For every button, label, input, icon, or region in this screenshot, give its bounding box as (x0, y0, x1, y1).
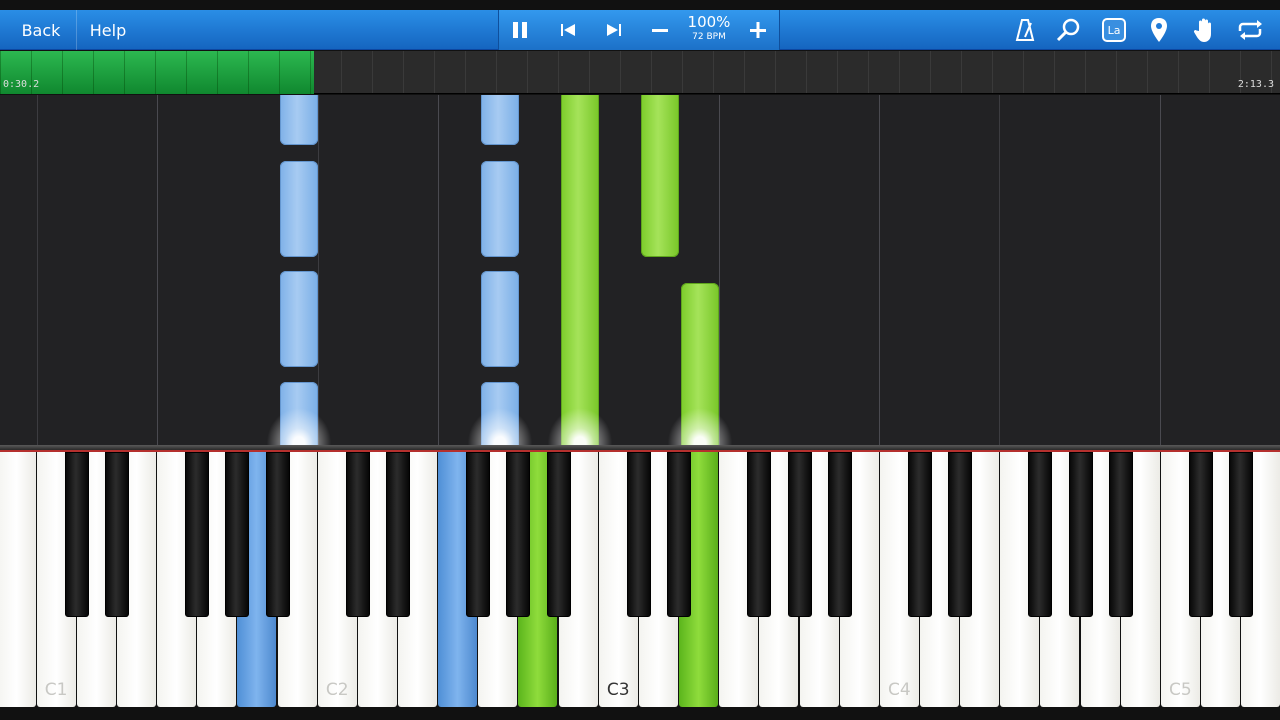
magnifier-icon (1056, 18, 1080, 42)
skip-back-button[interactable] (553, 10, 583, 50)
note-left-hand (481, 161, 519, 257)
skip-back-icon (561, 24, 575, 36)
search-button[interactable] (1054, 10, 1084, 50)
skip-forward-button[interactable] (599, 10, 629, 50)
key-hit-glow (465, 405, 535, 450)
note-left-hand (280, 95, 318, 145)
roll-gridline (719, 95, 720, 445)
key-hit-glow (665, 405, 735, 450)
black-key-ds4[interactable] (948, 452, 973, 617)
black-key-as1[interactable] (265, 452, 290, 617)
transport-controls (498, 10, 780, 50)
black-key-cs3[interactable] (626, 452, 651, 617)
hand-icon (1193, 18, 1211, 42)
black-key-ds3[interactable] (667, 452, 692, 617)
black-key-fs3[interactable] (747, 452, 772, 617)
hand-button[interactable] (1189, 10, 1219, 50)
key-label-c4: C4 (887, 680, 911, 700)
help-button[interactable]: Help (80, 10, 136, 50)
black-key-fs4[interactable] (1028, 452, 1053, 617)
zoom-out-button[interactable] (645, 10, 675, 50)
toolbar-divider (76, 10, 77, 50)
key-label-c3: C3 (606, 680, 630, 700)
black-key-ds2[interactable] (386, 452, 410, 617)
note-label-icon: La (1102, 18, 1126, 42)
location-button[interactable] (1144, 10, 1174, 50)
key-label-c2: C2 (325, 680, 349, 700)
metronome-button[interactable] (1010, 10, 1040, 50)
black-key-fs2[interactable] (466, 452, 491, 617)
roll-gridline (37, 95, 38, 445)
black-key-gs3[interactable] (787, 452, 812, 617)
pause-icon (513, 22, 527, 38)
pause-button[interactable] (505, 10, 535, 50)
note-right-hand (561, 95, 599, 445)
black-key-cs2[interactable] (345, 452, 370, 617)
black-key-fs1[interactable] (185, 452, 210, 617)
black-key-cs5[interactable] (1189, 452, 1213, 617)
key-label-c5: C5 (1169, 680, 1192, 700)
note-left-hand (481, 95, 519, 145)
note-right-hand (641, 95, 679, 257)
black-key-ds5[interactable] (1229, 452, 1254, 617)
song-progress-bar[interactable]: 0:30.2 2:13.3 (0, 51, 1280, 94)
note-label-text: La (1107, 23, 1121, 37)
plus-icon (750, 22, 766, 38)
black-key-ds1[interactable] (104, 452, 129, 617)
white-key-b0[interactable] (0, 452, 36, 707)
note-label-button[interactable]: La (1099, 10, 1129, 50)
note-roll (0, 95, 1280, 445)
keyboard-rail (0, 445, 1280, 452)
tempo-bpm: 72 BPM (692, 32, 726, 42)
roll-gridline (438, 95, 439, 445)
piano-keyboard: C1 C2 C3 C4 C5 (0, 452, 1280, 720)
location-pin-icon (1151, 18, 1167, 42)
black-key-as4[interactable] (1108, 452, 1133, 617)
note-left-hand (280, 161, 318, 257)
toolbar: Back Help 100% 72 BPM La (0, 10, 1280, 50)
roll-gridline (879, 95, 880, 445)
speed-readout: 100% 72 BPM (684, 14, 734, 43)
note-left-hand (280, 271, 318, 367)
key-hit-glow (545, 405, 615, 450)
minus-icon (652, 29, 668, 32)
black-key-gs1[interactable] (225, 452, 250, 617)
zoom-in-button[interactable] (743, 10, 773, 50)
black-key-gs2[interactable] (506, 452, 531, 617)
black-key-gs4[interactable] (1068, 452, 1093, 617)
total-time: 2:13.3 (1237, 79, 1274, 90)
back-button[interactable]: Back (10, 10, 72, 50)
loop-button[interactable] (1234, 10, 1266, 50)
key-hit-glow (264, 405, 334, 450)
black-key-cs4[interactable] (907, 452, 932, 617)
key-label-c1: C1 (44, 680, 68, 700)
roll-gridline (157, 95, 158, 445)
current-time: 0:30.2 (3, 79, 40, 90)
metronome-icon (1015, 19, 1035, 41)
roll-gridline (1160, 95, 1161, 445)
black-key-as3[interactable] (827, 452, 852, 617)
loop-icon (1238, 20, 1262, 40)
progress-fill (0, 51, 314, 94)
speed-percent: 100% (687, 13, 731, 31)
note-left-hand (481, 271, 519, 367)
roll-gridline (999, 95, 1000, 445)
roll-gridline (318, 95, 319, 445)
skip-forward-icon (607, 24, 621, 36)
black-key-cs1[interactable] (64, 452, 89, 617)
black-key-as2[interactable] (546, 452, 571, 617)
